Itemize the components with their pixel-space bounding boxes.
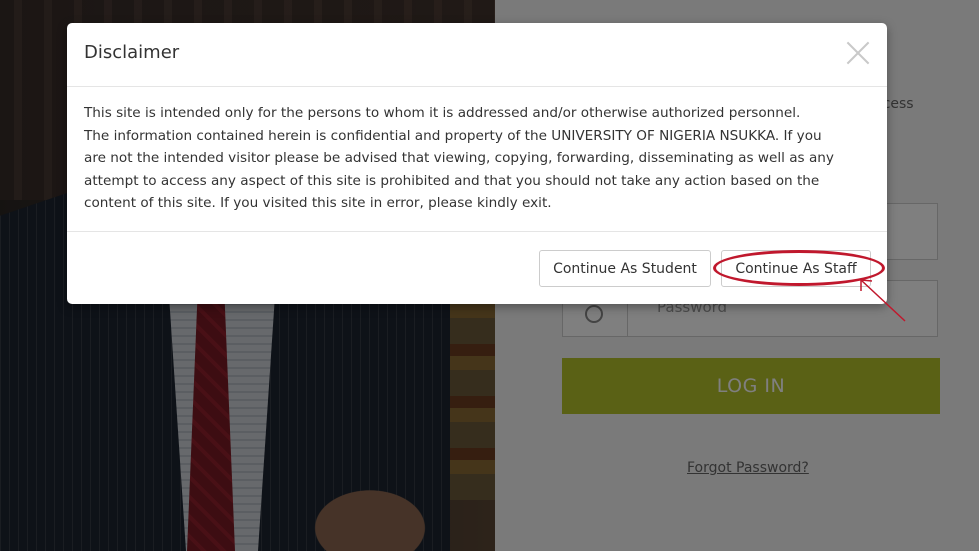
disclaimer-line-1: This site is intended only for the perso… (84, 105, 801, 121)
page: ccess Password LOG IN Forgot Password? D… (0, 0, 979, 551)
disclaimer-line-5: content of this site. If you visited thi… (84, 195, 552, 212)
modal-body: This site is intended only for the perso… (84, 102, 874, 215)
disclaimer-line-4: attempt to access any aspect of this sit… (84, 172, 820, 189)
close-icon[interactable] (844, 38, 872, 66)
modal-footer: Continue As Student Continue As Staff (67, 231, 887, 305)
modal-header: Disclaimer (67, 23, 887, 87)
disclaimer-line-2: The information contained herein is conf… (84, 127, 822, 144)
modal-title: Disclaimer (84, 42, 180, 63)
disclaimer-line-3: are not the intended visitor please be a… (84, 150, 834, 167)
continue-as-student-button[interactable]: Continue As Student (539, 250, 711, 287)
disclaimer-modal: Disclaimer This site is intended only fo… (67, 23, 887, 304)
continue-as-staff-button[interactable]: Continue As Staff (721, 250, 871, 287)
